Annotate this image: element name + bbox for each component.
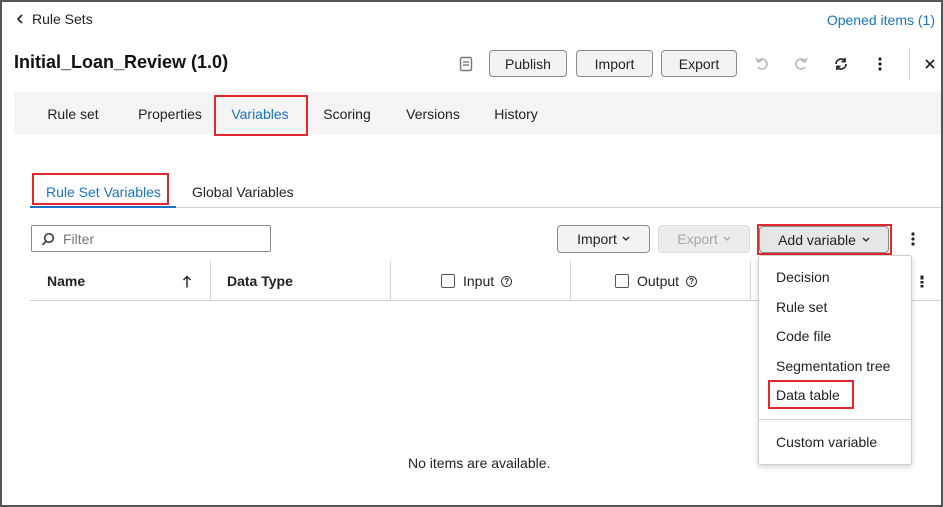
chevron-down-icon [622,236,630,242]
more-options-icon[interactable] [868,52,892,76]
page-title: Initial_Loan_Review (1.0) [14,52,229,72]
column-header-output-label: Output [637,273,680,289]
opened-items-link[interactable]: Opened items (1) [827,12,935,28]
import-dropdown-label: Import [577,231,617,247]
subtab-active-indicator [30,206,176,208]
tab-rule-set[interactable]: Rule set [32,98,114,130]
back-link[interactable]: Rule Sets [16,11,93,27]
header-divider [909,48,910,80]
app-frame: Rule Sets Opened items (1) Initial_Loan_… [0,0,943,507]
column-divider [390,261,391,301]
publish-button[interactable]: Publish [489,50,567,77]
column-header-name[interactable]: Name [47,261,85,301]
variables-tab-highlight [214,95,308,136]
export-dropdown-label: Export [677,231,718,247]
menu-item-custom-variable[interactable]: Custom variable [776,434,877,450]
redo-icon[interactable] [789,52,813,76]
tab-bar: Rule set Properties Variables Scoring Ve… [14,92,941,134]
column-divider [570,261,571,301]
undo-icon[interactable] [750,52,774,76]
tab-versions[interactable]: Versions [394,98,472,130]
add-variable-menu: Decision Rule set Code file Segmentation… [758,255,912,465]
subtab-global-variables[interactable]: Global Variables [192,178,294,206]
column-divider [750,261,751,301]
data-table-highlight [768,380,854,409]
menu-item-code-file[interactable]: Code file [776,328,831,344]
back-link-label: Rule Sets [32,11,93,27]
tab-history[interactable]: History [480,98,552,130]
input-checkbox[interactable] [441,274,455,288]
close-icon[interactable] [918,52,941,76]
output-checkbox[interactable] [615,274,629,288]
help-icon[interactable]: ? [501,275,513,287]
menu-item-rule-set[interactable]: Rule set [776,299,827,315]
menu-item-segmentation-tree[interactable]: Segmentation tree [776,358,890,374]
chevron-down-icon [723,236,731,242]
menu-divider [759,419,911,420]
column-header-input: Input ? [441,261,513,301]
empty-state-message: No items are available. [408,455,551,471]
column-header-output: Output ? [615,261,698,301]
export-dropdown-button[interactable]: Export [658,225,750,253]
rule-set-variables-highlight [32,173,169,205]
menu-item-decision[interactable]: Decision [776,269,830,285]
search-icon [41,232,55,246]
sort-ascending-icon[interactable] [182,261,192,301]
chevron-left-icon [16,11,24,27]
refresh-icon[interactable] [829,52,853,76]
filter-field[interactable] [31,225,271,252]
column-header-data-type[interactable]: Data Type [227,261,293,301]
help-icon[interactable]: ? [686,275,698,287]
import-dropdown-button[interactable]: Import [557,225,650,253]
import-button[interactable]: Import [576,50,653,77]
column-divider [210,261,211,301]
filter-input[interactable] [63,230,253,247]
add-variable-highlight [757,224,892,255]
export-button[interactable]: Export [661,50,737,77]
column-settings-icon[interactable] [920,261,924,301]
tab-properties[interactable]: Properties [124,98,216,130]
column-header-input-label: Input [463,273,495,289]
tab-scoring[interactable]: Scoring [310,98,384,130]
table-more-options-icon[interactable] [901,227,925,251]
document-icon[interactable] [454,52,478,76]
